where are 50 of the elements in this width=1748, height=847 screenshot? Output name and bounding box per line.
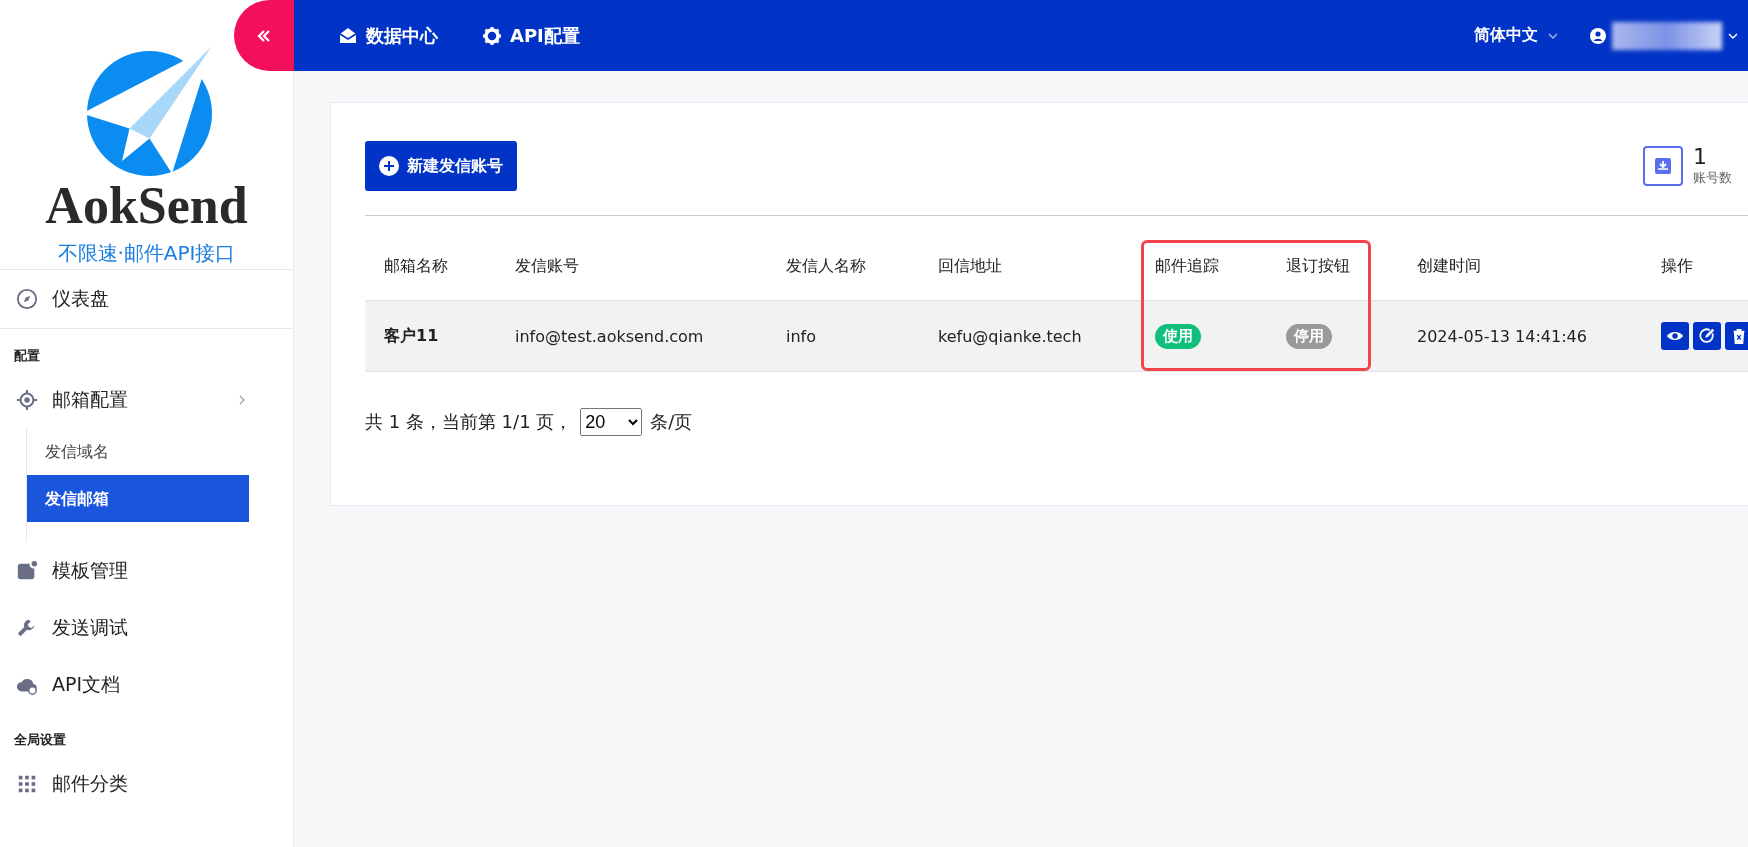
status-pill: 使用: [1155, 323, 1201, 349]
column-header: 退订按钮: [1286, 255, 1351, 277]
document-icon: [16, 559, 38, 582]
column-header: 回信地址: [938, 255, 1003, 277]
compass-icon: [16, 288, 38, 310]
pagination-unit: 条/页: [650, 410, 693, 434]
nav-link[interactable]: API配置: [482, 23, 580, 48]
logo-wordmark: AokSend: [45, 180, 248, 232]
table-cell-text: kefu@qianke.tech: [938, 326, 1083, 346]
sidebar-item[interactable]: 仪表盘: [0, 270, 293, 328]
sidebar-item[interactable]: 发送调试: [0, 599, 293, 656]
stat-value: 1: [1693, 144, 1708, 170]
column-header: 操作: [1661, 255, 1694, 277]
sidebar-section-label: 配置: [13, 347, 41, 365]
pencil-circle-icon: [1698, 327, 1716, 345]
sidebar-section-label: 全局设置: [13, 731, 67, 749]
table-cell-text: 2024-05-13 14:41:46: [1417, 326, 1588, 346]
column-header: 发信人名称: [786, 255, 867, 277]
column-header: 邮箱名称: [384, 255, 449, 277]
inbox-icon: [1653, 156, 1673, 176]
column-header: 邮件追踪: [1155, 255, 1220, 277]
stat-label: 账号数: [1693, 169, 1732, 188]
user-icon: [1590, 27, 1606, 44]
new-account-button[interactable]: 新建发信账号: [365, 141, 517, 191]
double-chevron-left-icon: [256, 27, 272, 44]
column-header: 创建时间: [1417, 255, 1482, 277]
sidebar-subitem[interactable]: 发信域名: [27, 428, 249, 475]
table-cell-text: 客户11: [384, 325, 440, 347]
plus-circle-icon: [379, 156, 399, 176]
edit-button[interactable]: [1693, 322, 1721, 350]
nav-link[interactable]: 数据中心: [338, 23, 438, 48]
sidebar-item[interactable]: 邮件分类: [0, 755, 293, 812]
view-button[interactable]: [1661, 322, 1689, 350]
sidebar-item[interactable]: 邮箱配置: [0, 371, 293, 428]
sidebar-item[interactable]: API文档: [0, 656, 293, 713]
gear-icon: [482, 25, 502, 46]
language-selector[interactable]: 简体中文: [1468, 24, 1564, 47]
column-header: 发信账号: [515, 255, 580, 277]
status-pill: 停用: [1286, 323, 1332, 349]
table-cell-text: info: [786, 326, 817, 346]
pagination-summary: 共 1 条，当前第 1/1 页，: [365, 410, 573, 434]
page-size-select[interactable]: 20: [580, 408, 643, 436]
crosshair-icon: [16, 388, 38, 411]
envelope-icon: [338, 25, 358, 46]
table-cell-text: info@test.aoksend.com: [515, 326, 705, 346]
sidebar-item[interactable]: 模板管理: [0, 542, 293, 599]
logo-tagline: 不限速·邮件API接口: [57, 240, 236, 267]
chevron-icon: [237, 394, 247, 405]
sidebar-subitem[interactable]: 发信邮箱: [27, 475, 249, 522]
delete-button[interactable]: [1725, 322, 1748, 350]
